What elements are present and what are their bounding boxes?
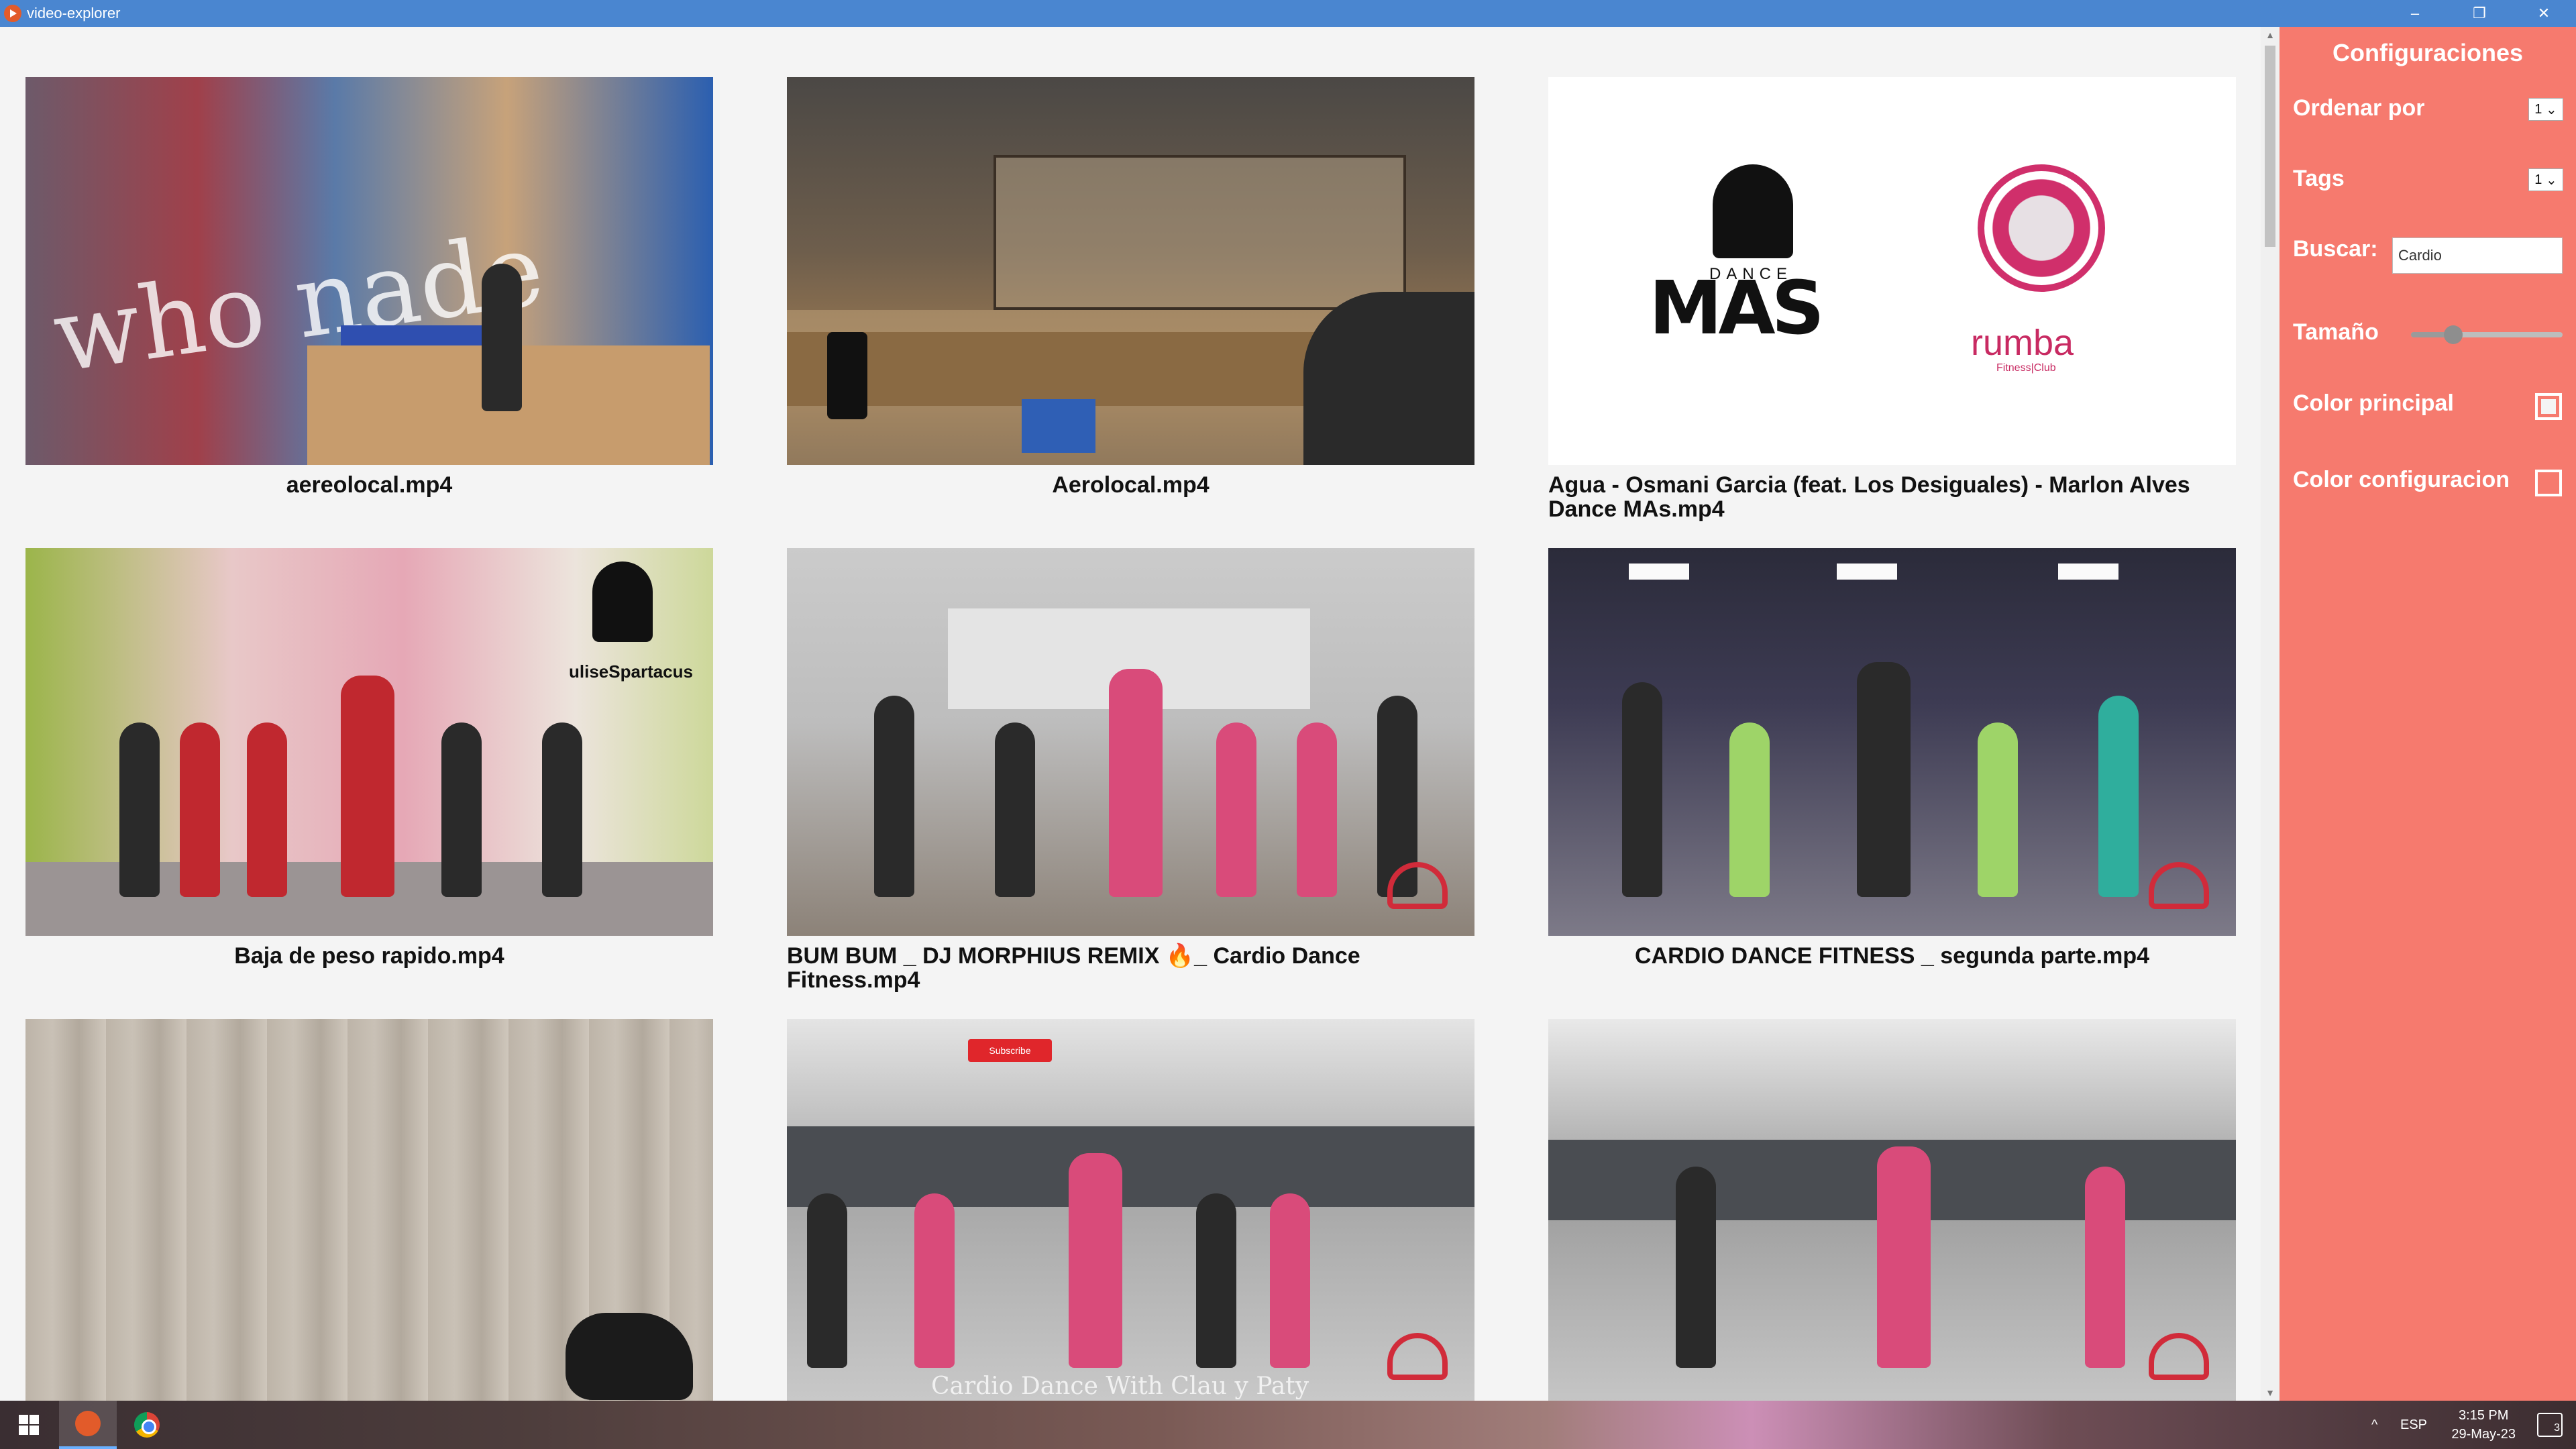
shoe xyxy=(566,1313,693,1400)
system-clock[interactable]: 3:15 PM 29-May-23 xyxy=(2451,1406,2516,1444)
video-thumbnail[interactable] xyxy=(1548,1019,2236,1401)
video-title: aereolocal.mp4 xyxy=(286,472,453,498)
rumba-logo xyxy=(1978,164,2105,292)
rumba-subtitle: Fitness|Club xyxy=(1996,362,2056,374)
scroll-thumb[interactable] xyxy=(2265,46,2275,247)
scroll-down-icon[interactable]: ▼ xyxy=(2261,1385,2279,1401)
search-input[interactable] xyxy=(2392,237,2563,274)
size-slider[interactable] xyxy=(2411,325,2563,344)
video-card[interactable]: uliseSpartacus Baja de peso rapido.mp4 xyxy=(25,548,713,1019)
app-icon xyxy=(4,5,21,22)
primary-color-label: Color principal xyxy=(2293,390,2454,416)
video-title: BUM BUM _ DJ MORPHIUS REMIX 🔥_ Cardio Da… xyxy=(787,943,1360,993)
video-card[interactable]: BUM BUM _ DJ MORPHIUS REMIX 🔥_ Cardio Da… xyxy=(787,548,1474,1019)
vertical-scrollbar[interactable]: ▲ ▼ xyxy=(2261,27,2279,1401)
studio-mirror xyxy=(993,154,1406,310)
video-card[interactable]: Aerolocal.mp4 xyxy=(787,77,1474,548)
tags-select[interactable]: 1 ⌄ xyxy=(2528,168,2563,191)
video-thumbnail[interactable]: Subscribe Cardio Dance With Clau y Paty xyxy=(787,1019,1474,1401)
video-thumbnail[interactable]: who nade xyxy=(25,77,713,465)
video-card[interactable]: Subscribe Cardio Dance With Clau y Paty xyxy=(787,1019,1474,1401)
video-thumbnail[interactable] xyxy=(787,548,1474,936)
stacked-chairs xyxy=(1303,292,1474,465)
search-label: Buscar: xyxy=(2293,236,2378,262)
start-button[interactable] xyxy=(0,1401,58,1449)
video-title: Aerolocal.mp4 xyxy=(1052,472,1210,498)
sort-label: Ordenar por xyxy=(2293,95,2425,121)
video-title: Agua - Osmani Garcia (feat. Los Desigual… xyxy=(1548,472,2190,522)
chrome-icon xyxy=(134,1412,160,1438)
subscribe-badge: Subscribe xyxy=(968,1039,1052,1062)
video-grid: who nade aereolocal.mp4 Aerolocal.mp4 DA… xyxy=(25,77,2236,1401)
ulise-spartacus-logo: uliseSpartacus xyxy=(539,561,693,682)
rumba-text: rumba xyxy=(1971,323,2074,363)
video-explorer-icon xyxy=(75,1411,101,1436)
dance-mas-logo: DANCE MAS xyxy=(1649,164,1870,379)
video-thumbnail[interactable] xyxy=(1548,548,2236,936)
minimize-button[interactable]: – xyxy=(2383,0,2447,27)
language-indicator[interactable]: ESP xyxy=(2400,1401,2427,1449)
taskbar-app-chrome[interactable] xyxy=(118,1401,176,1449)
video-thumbnail[interactable] xyxy=(787,77,1474,465)
video-card[interactable]: CARDIO DANCE FITNESS _ segunda parte.mp4 xyxy=(1548,548,2236,1019)
config-color-label: Color configuracion xyxy=(2293,467,2510,492)
tray-overflow-icon[interactable]: ^ xyxy=(2371,1401,2377,1449)
tags-label: Tags xyxy=(2293,166,2345,191)
cardio-dance-logo xyxy=(2149,862,2209,909)
video-gallery: who nade aereolocal.mp4 Aerolocal.mp4 DA… xyxy=(0,27,2279,1401)
size-slider-handle[interactable] xyxy=(2444,325,2463,344)
video-thumbnail[interactable] xyxy=(25,1019,713,1401)
video-card[interactable]: who nade aereolocal.mp4 xyxy=(25,77,713,548)
watermark-text: Cardio Dance With Clau y Paty xyxy=(931,1373,1309,1400)
clock-time: 3:15 PM xyxy=(2458,1408,2509,1423)
scroll-up-icon[interactable]: ▲ xyxy=(2261,27,2279,43)
video-card[interactable]: DANCE MAS rumba Fitness|Club Agua - Osma… xyxy=(1548,77,2236,548)
speaker xyxy=(827,332,867,419)
window-title: video-explorer xyxy=(27,5,121,21)
studio-wall xyxy=(787,1126,1474,1207)
restore-button[interactable]: ❐ xyxy=(2447,0,2512,27)
sign xyxy=(1022,399,1095,453)
close-button[interactable]: ✕ xyxy=(2512,0,2576,27)
taskbar: ^ ESP 3:15 PM 29-May-23 3 xyxy=(0,1401,2576,1449)
settings-panel: Configuraciones Ordenar por 1 ⌄ Tags 1 ⌄… xyxy=(2279,27,2576,1401)
config-color-swatch[interactable] xyxy=(2535,470,2562,496)
cardio-dance-logo xyxy=(1387,1333,1448,1380)
video-card[interactable] xyxy=(25,1019,713,1401)
title-bar: video-explorer – ❐ ✕ xyxy=(0,0,2576,27)
video-card[interactable] xyxy=(1548,1019,2236,1401)
panel-title: Configuraciones xyxy=(2332,39,2524,66)
video-title: Baja de peso rapido.mp4 xyxy=(234,943,504,969)
clock-date: 29-May-23 xyxy=(2451,1427,2516,1442)
window-controls: – ❐ ✕ xyxy=(2383,0,2576,27)
video-thumbnail[interactable]: DANCE MAS rumba Fitness|Club xyxy=(1548,77,2236,465)
sort-select[interactable]: 1 ⌄ xyxy=(2528,98,2563,121)
taskbar-app-video-explorer[interactable] xyxy=(59,1401,117,1449)
windows-icon xyxy=(19,1415,39,1435)
size-label: Tamaño xyxy=(2293,319,2379,345)
video-thumbnail[interactable]: uliseSpartacus xyxy=(25,548,713,936)
cardio-dance-logo xyxy=(2149,1333,2209,1380)
notification-center-icon[interactable]: 3 xyxy=(2537,1413,2563,1437)
primary-color-swatch[interactable] xyxy=(2535,393,2562,420)
video-title: CARDIO DANCE FITNESS _ segunda parte.mp4 xyxy=(1634,943,2149,969)
notification-count: 3 xyxy=(2554,1422,2560,1434)
person xyxy=(482,264,522,411)
